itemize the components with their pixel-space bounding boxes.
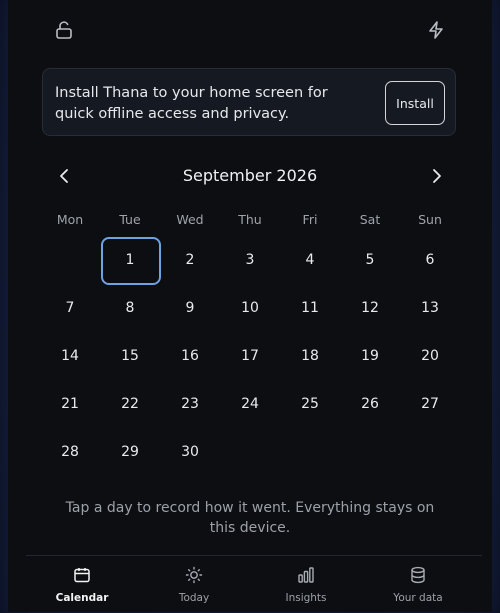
bottom-navigation: Calendar Today Insights Your data: [26, 555, 482, 613]
day-cell[interactable]: 15: [100, 332, 160, 380]
nav-item-label: Your data: [393, 592, 443, 604]
install-banner-text: Install Thana to your home screen for qu…: [55, 85, 328, 122]
install-button[interactable]: Install: [385, 81, 445, 125]
day-cell[interactable]: 14: [40, 332, 100, 380]
sun-icon: [185, 566, 203, 588]
bar-chart-icon: [297, 566, 315, 588]
month-navigation: September 2026: [8, 160, 492, 192]
database-icon: [409, 566, 427, 588]
day-cell[interactable]: 17: [220, 332, 280, 380]
weekday-label: Sat: [359, 212, 381, 227]
day-cell[interactable]: 11: [280, 284, 340, 332]
day-cell[interactable]: 23: [160, 380, 220, 428]
day-cell[interactable]: 28: [40, 428, 100, 476]
weekday-label: Mon: [56, 212, 84, 227]
nav-item-your-data[interactable]: Your data: [362, 566, 474, 610]
day-cell[interactable]: 9: [160, 284, 220, 332]
month-title: September 2026: [182, 166, 318, 185]
day-cell[interactable]: 22: [100, 380, 160, 428]
hint-text: Tap a day to record how it went. Everyth…: [65, 500, 435, 536]
calendar-grid: 1 2 3 4 5 6 7 8 9 10 11 12 13 14 15 16 17 18 19 20 21 22 23 24 2…: [40, 236, 460, 476]
day-cell[interactable]: 20: [400, 332, 460, 380]
day-cell[interactable]: 7: [40, 284, 100, 332]
calendar-icon: [73, 566, 91, 588]
weekday-label: Thu: [238, 212, 262, 227]
top-bar: [8, 0, 492, 60]
day-cell[interactable]: 29: [100, 428, 160, 476]
day-cell[interactable]: 25: [280, 380, 340, 428]
day-cell[interactable]: 3: [220, 236, 280, 284]
day-cell[interactable]: 27: [400, 380, 460, 428]
weekday-header: Mon Tue Wed Thu Fri Sat Sun: [40, 212, 460, 232]
weekday-label: Wed: [176, 212, 204, 227]
app-frame: Install Thana to your home screen for qu…: [8, 0, 492, 612]
day-cell[interactable]: 18: [280, 332, 340, 380]
nav-item-calendar[interactable]: Calendar: [26, 566, 138, 610]
day-cell[interactable]: 19: [340, 332, 400, 380]
day-cell[interactable]: 13: [400, 284, 460, 332]
nav-item-insights[interactable]: Insights: [250, 566, 362, 610]
day-cell[interactable]: 4: [280, 236, 340, 284]
nav-item-label: Insights: [285, 592, 327, 604]
day-cell[interactable]: 10: [220, 284, 280, 332]
weekday-label: Tue: [119, 212, 141, 227]
day-cell[interactable]: 21: [40, 380, 100, 428]
nav-item-label: Today: [178, 592, 210, 604]
unlock-icon[interactable]: [50, 16, 78, 44]
day-cell[interactable]: 30: [160, 428, 220, 476]
install-banner: Install Thana to your home screen for qu…: [42, 68, 456, 136]
day-cell[interactable]: 24: [220, 380, 280, 428]
day-cell[interactable]: 6: [400, 236, 460, 284]
lightning-icon[interactable]: [422, 16, 450, 44]
day-cell[interactable]: 12: [340, 284, 400, 332]
weekday-label: Fri: [302, 212, 318, 227]
day-cell[interactable]: 8: [100, 284, 160, 332]
day-cell[interactable]: 1: [100, 236, 160, 284]
day-cell[interactable]: 2: [160, 236, 220, 284]
day-cell[interactable]: 16: [160, 332, 220, 380]
nav-item-today[interactable]: Today: [138, 566, 250, 610]
day-cell[interactable]: 26: [340, 380, 400, 428]
nav-item-label: Calendar: [55, 592, 109, 604]
day-cell[interactable]: 5: [340, 236, 400, 284]
weekday-label: Sun: [418, 212, 442, 227]
chevron-right-icon[interactable]: [424, 164, 448, 188]
